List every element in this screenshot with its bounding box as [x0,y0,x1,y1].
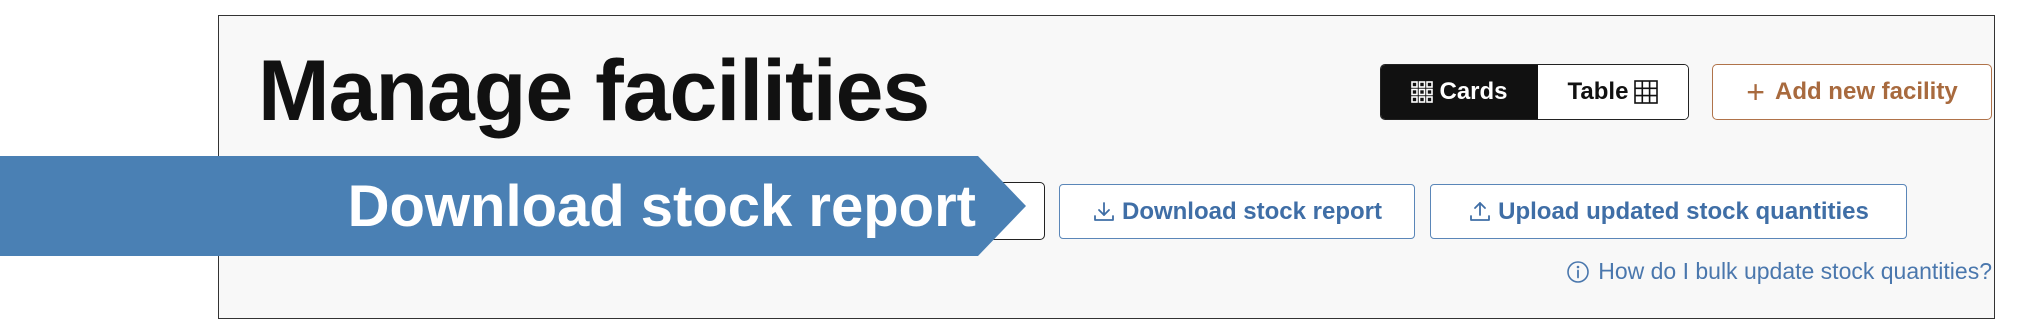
help-label: How do I bulk update stock quantities? [1598,258,1992,284]
bulk-update-help-link[interactable]: How do I bulk update stock quantities? [1566,258,1992,285]
cards-view-button[interactable]: Cards [1381,65,1538,119]
upload-stock-quantities-button[interactable]: Upload updated stock quantities [1430,184,1907,239]
grid-dots-icon [1411,81,1434,103]
table-grid-icon [1634,80,1659,104]
upload-icon [1468,200,1492,224]
download-label: Download stock report [1121,197,1383,225]
cards-label: Cards [1439,78,1508,105]
table-label: Table [1567,78,1629,105]
download-stock-report-button[interactable]: Download stock report [1059,184,1415,239]
add-facility-button[interactable]: + Add new facility [1712,64,1992,120]
plus-icon: + [1746,74,1765,110]
page-title: Manage facilities [258,43,930,139]
callout-label: Download stock report [347,173,976,239]
callout-arrow: Download stock report [0,156,1028,256]
download-icon [1092,200,1116,224]
info-icon [1566,260,1590,284]
add-facility-label: Add new facility [1774,78,1958,105]
table-view-button[interactable]: Table [1538,65,1688,119]
view-toggle: Cards Table [1380,64,1689,120]
upload-label: Upload updated stock quantities [1498,197,1869,225]
